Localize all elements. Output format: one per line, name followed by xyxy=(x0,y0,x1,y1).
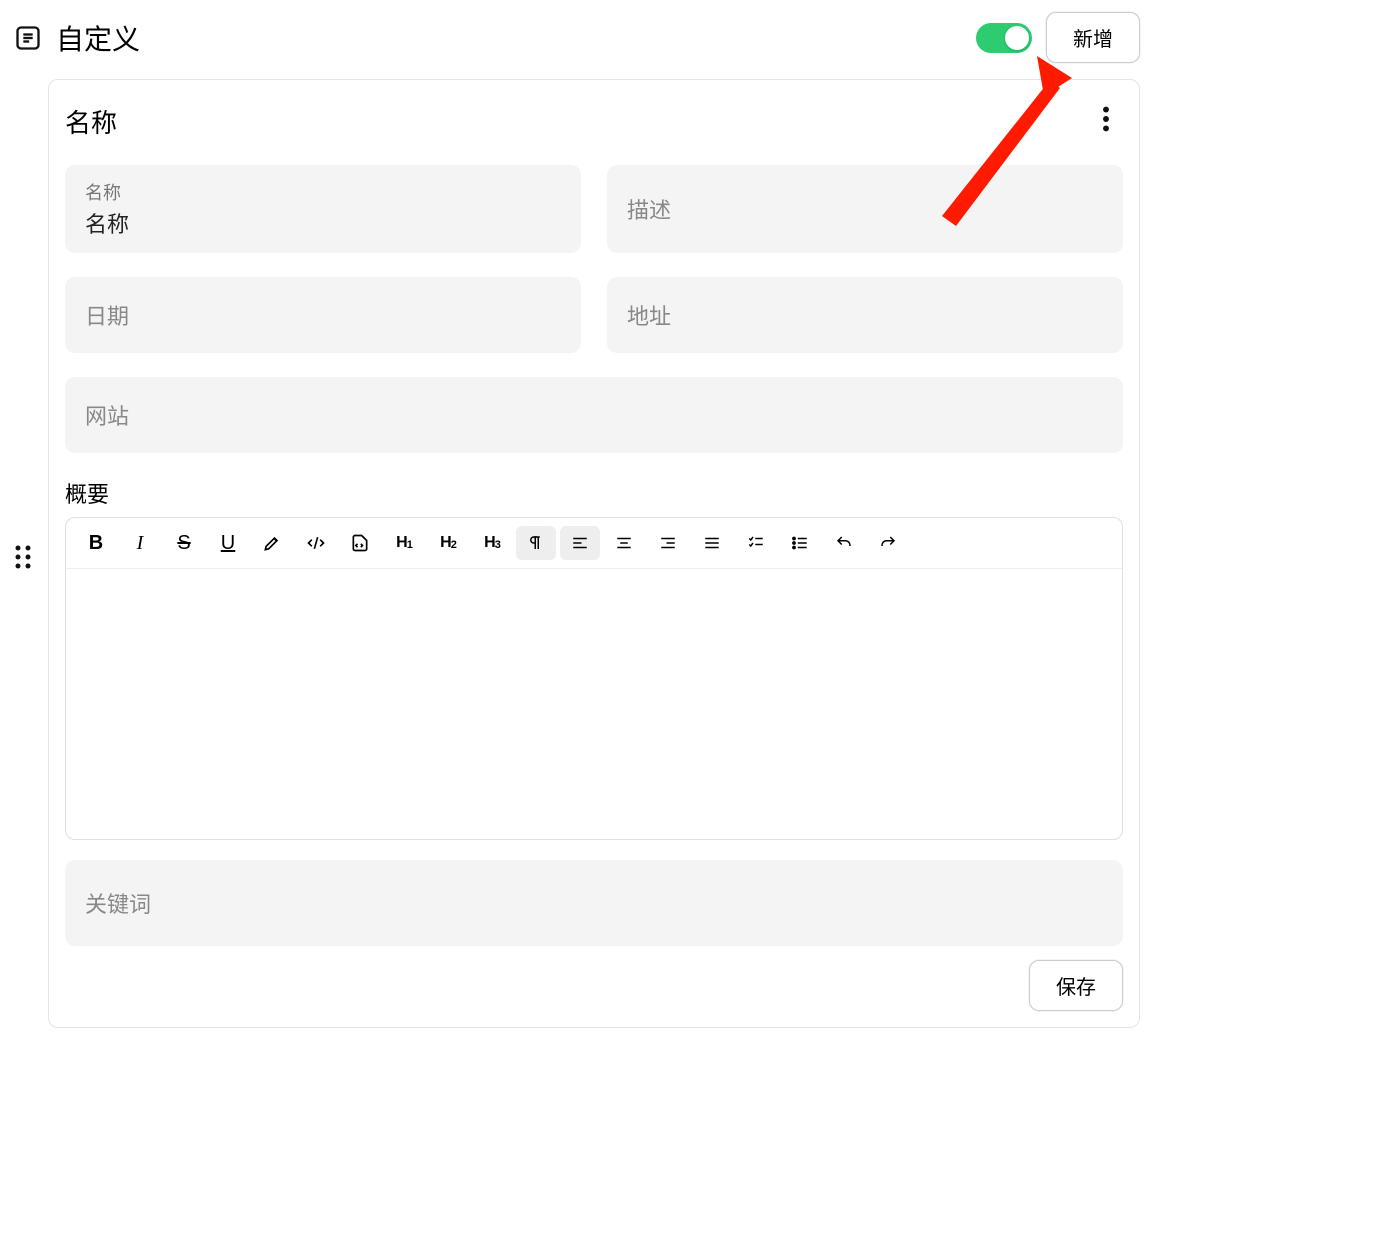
bullet-list-button[interactable] xyxy=(780,526,820,560)
card-header: 名称 xyxy=(65,98,1123,145)
date-placeholder: 日期 xyxy=(85,299,561,331)
page-title: 自定义 xyxy=(56,18,962,58)
h3-button[interactable]: H3 xyxy=(472,526,512,560)
address-field[interactable]: 地址 xyxy=(607,277,1123,353)
custom-section-card: 名称 名称 名称 描述 日期 地址 网站 概要 xyxy=(48,79,1140,1028)
editor-content[interactable] xyxy=(66,569,1122,839)
card-footer: 保存 xyxy=(65,960,1123,1011)
h1-button[interactable]: H1 xyxy=(384,526,424,560)
bold-button[interactable]: B xyxy=(76,526,116,560)
align-center-button[interactable] xyxy=(604,526,644,560)
keywords-placeholder: 关键词 xyxy=(85,887,151,919)
highlight-button[interactable] xyxy=(252,526,292,560)
redo-button[interactable] xyxy=(868,526,908,560)
paragraph-button[interactable] xyxy=(516,526,556,560)
underline-button[interactable]: U xyxy=(208,526,248,560)
website-field[interactable]: 网站 xyxy=(65,377,1123,453)
keywords-field[interactable]: 关键词 xyxy=(65,860,1123,946)
more-menu-button[interactable] xyxy=(1089,98,1123,145)
align-right-button[interactable] xyxy=(648,526,688,560)
drag-handle-icon[interactable] xyxy=(14,544,32,570)
editor-toolbar: B I S U H1 H2 H3 xyxy=(66,518,1122,569)
address-placeholder: 地址 xyxy=(627,299,1103,331)
description-field[interactable]: 描述 xyxy=(607,165,1123,253)
header-row: 自定义 新增 xyxy=(14,12,1140,63)
summary-label: 概要 xyxy=(65,477,1123,509)
strike-button[interactable]: S xyxy=(164,526,204,560)
codeblock-button[interactable] xyxy=(340,526,380,560)
name-field-value: 名称 xyxy=(85,207,561,239)
h2-button[interactable]: H2 xyxy=(428,526,468,560)
save-button[interactable]: 保存 xyxy=(1029,960,1123,1011)
list-icon xyxy=(14,24,42,52)
checklist-button[interactable] xyxy=(736,526,776,560)
align-justify-button[interactable] xyxy=(692,526,732,560)
code-button[interactable] xyxy=(296,526,336,560)
card-title: 名称 xyxy=(65,103,117,140)
description-placeholder: 描述 xyxy=(627,193,1103,225)
align-left-button[interactable] xyxy=(560,526,600,560)
name-field[interactable]: 名称 名称 xyxy=(65,165,581,253)
website-placeholder: 网站 xyxy=(85,399,1103,431)
enable-toggle[interactable] xyxy=(976,23,1032,53)
summary-editor: B I S U H1 H2 H3 xyxy=(65,517,1123,840)
name-field-label: 名称 xyxy=(85,179,561,205)
italic-button[interactable]: I xyxy=(120,526,160,560)
undo-button[interactable] xyxy=(824,526,864,560)
date-field[interactable]: 日期 xyxy=(65,277,581,353)
add-button[interactable]: 新增 xyxy=(1046,12,1140,63)
